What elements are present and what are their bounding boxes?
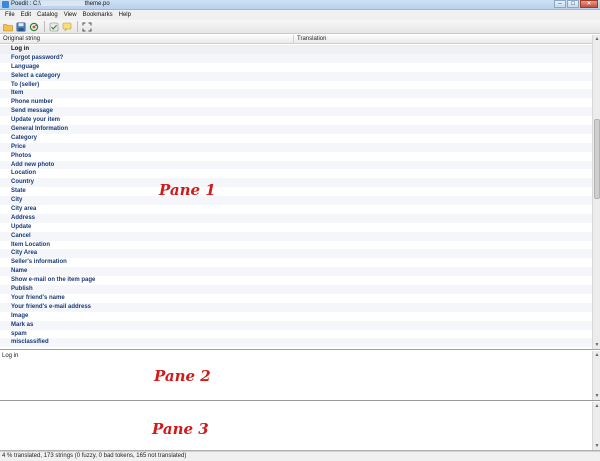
strings-list-pane: Original string Translation Log in Forgot… — [0, 35, 600, 350]
close-button[interactable]: ✕ — [580, 0, 598, 8]
string-row[interactable]: Seller's information — [0, 258, 592, 267]
menu-file[interactable]: File — [2, 12, 18, 18]
string-row[interactable]: General Information — [0, 125, 592, 134]
string-row[interactable]: City — [0, 196, 592, 206]
poedit-app-icon — [2, 1, 9, 8]
fullscreen-icon[interactable] — [81, 21, 92, 32]
string-row[interactable]: Photos — [0, 152, 592, 161]
open-folder-icon[interactable] — [2, 21, 13, 32]
string-row[interactable]: City Area — [0, 249, 592, 259]
scroll-up-icon[interactable]: ▲ — [594, 36, 600, 42]
original-text: Log in — [2, 353, 19, 359]
string-row[interactable]: Your friend's e-mail address — [0, 302, 592, 312]
string-row[interactable]: Address — [0, 213, 592, 223]
window-controls: – □ ✕ — [553, 0, 598, 9]
string-row[interactable]: To (seller) — [0, 81, 592, 90]
string-row[interactable]: Item — [0, 89, 592, 99]
title-bar: Poedit : C:\ theme.po – □ ✕ — [0, 0, 600, 10]
maximize-button[interactable]: □ — [567, 0, 579, 8]
window-title: Poedit : C:\ theme.po — [11, 1, 110, 7]
string-row[interactable]: Image — [0, 312, 592, 321]
toolbar-separator — [77, 21, 78, 32]
string-row[interactable]: State — [0, 187, 592, 196]
string-row[interactable]: Show e-mail on the item page — [0, 276, 592, 285]
string-row[interactable]: Update — [0, 223, 592, 232]
update-catalog-icon[interactable] — [28, 21, 39, 32]
list-column-header: Original string Translation — [0, 35, 592, 44]
redacted-path — [40, 1, 85, 6]
string-row[interactable]: Send message — [0, 107, 592, 117]
scroll-up-icon[interactable]: ▲ — [594, 352, 600, 358]
original-pane-scrollbar[interactable]: ▲ ▼ — [592, 351, 600, 400]
string-row[interactable]: Language — [0, 63, 592, 72]
status-bar: 4 % translated, 173 strings (0 fuzzy, 0 … — [0, 451, 600, 461]
menu-catalog[interactable]: Catalog — [34, 12, 61, 18]
string-row[interactable]: Log in — [0, 45, 592, 54]
scroll-down-icon[interactable]: ▼ — [594, 393, 600, 399]
string-row[interactable]: Item Location — [0, 241, 592, 250]
pane-1-annotation: Pane 1 — [159, 181, 216, 199]
menu-view[interactable]: View — [61, 12, 80, 18]
string-row[interactable]: Country — [0, 178, 592, 188]
toolbar — [0, 20, 600, 34]
menu-help[interactable]: Help — [116, 12, 134, 18]
string-row[interactable]: Category — [0, 134, 592, 143]
string-row[interactable]: Add new photo — [0, 160, 592, 170]
column-divider[interactable] — [293, 35, 294, 44]
menu-bookmarks[interactable]: Bookmarks — [80, 12, 116, 18]
menu-edit[interactable]: Edit — [18, 12, 34, 18]
string-list[interactable]: Log in Forgot password? Language Select a c… — [0, 45, 592, 349]
translation-pane-scrollbar[interactable]: ▲ ▼ — [592, 402, 600, 450]
column-original-string[interactable]: Original string — [3, 36, 40, 42]
string-row[interactable]: Location — [0, 169, 592, 178]
string-row[interactable]: Your friend's name — [0, 294, 592, 303]
translation-edit-pane[interactable]: ▲ ▼ Pane 3 — [0, 402, 600, 451]
string-row[interactable]: City area — [0, 205, 592, 214]
string-row[interactable]: Cancel — [0, 231, 592, 241]
string-row[interactable]: spam — [0, 330, 592, 339]
string-row[interactable]: Update your item — [0, 116, 592, 125]
pane-2-annotation: Pane 2 — [154, 367, 211, 385]
minimize-button[interactable]: – — [554, 0, 566, 8]
list-scrollbar[interactable]: ▲ ▼ — [592, 35, 600, 349]
menu-bar: File Edit Catalog View Bookmarks Help — [0, 10, 600, 20]
pane-3-annotation: Pane 3 — [152, 420, 209, 438]
save-icon[interactable] — [15, 21, 26, 32]
status-text: 4 % translated, 173 strings (0 fuzzy, 0 … — [2, 453, 187, 459]
string-row[interactable]: Publish — [0, 285, 592, 294]
window-title-prefix: Poedit : C:\ — [11, 1, 41, 8]
scroll-thumb[interactable] — [594, 119, 600, 199]
window-title-suffix: theme.po — [84, 1, 110, 8]
scroll-down-icon[interactable]: ▼ — [594, 443, 600, 449]
string-row[interactable]: Forgot password? — [0, 53, 592, 63]
scroll-down-icon[interactable]: ▼ — [594, 342, 600, 348]
validate-icon[interactable] — [48, 21, 59, 32]
string-row[interactable]: Select a category — [0, 71, 592, 81]
string-row[interactable]: Name — [0, 267, 592, 277]
string-row[interactable]: Price — [0, 142, 592, 152]
scroll-up-icon[interactable]: ▲ — [594, 403, 600, 409]
toolbar-separator — [44, 21, 45, 32]
string-row[interactable]: Phone number — [0, 98, 592, 107]
string-row[interactable]: Mark as — [0, 320, 592, 330]
column-translation[interactable]: Translation — [297, 36, 326, 42]
original-text-pane: Log in ▲ ▼ Pane 2 — [0, 351, 600, 401]
string-row[interactable]: misclassified — [0, 338, 592, 348]
comment-icon[interactable] — [61, 21, 72, 32]
